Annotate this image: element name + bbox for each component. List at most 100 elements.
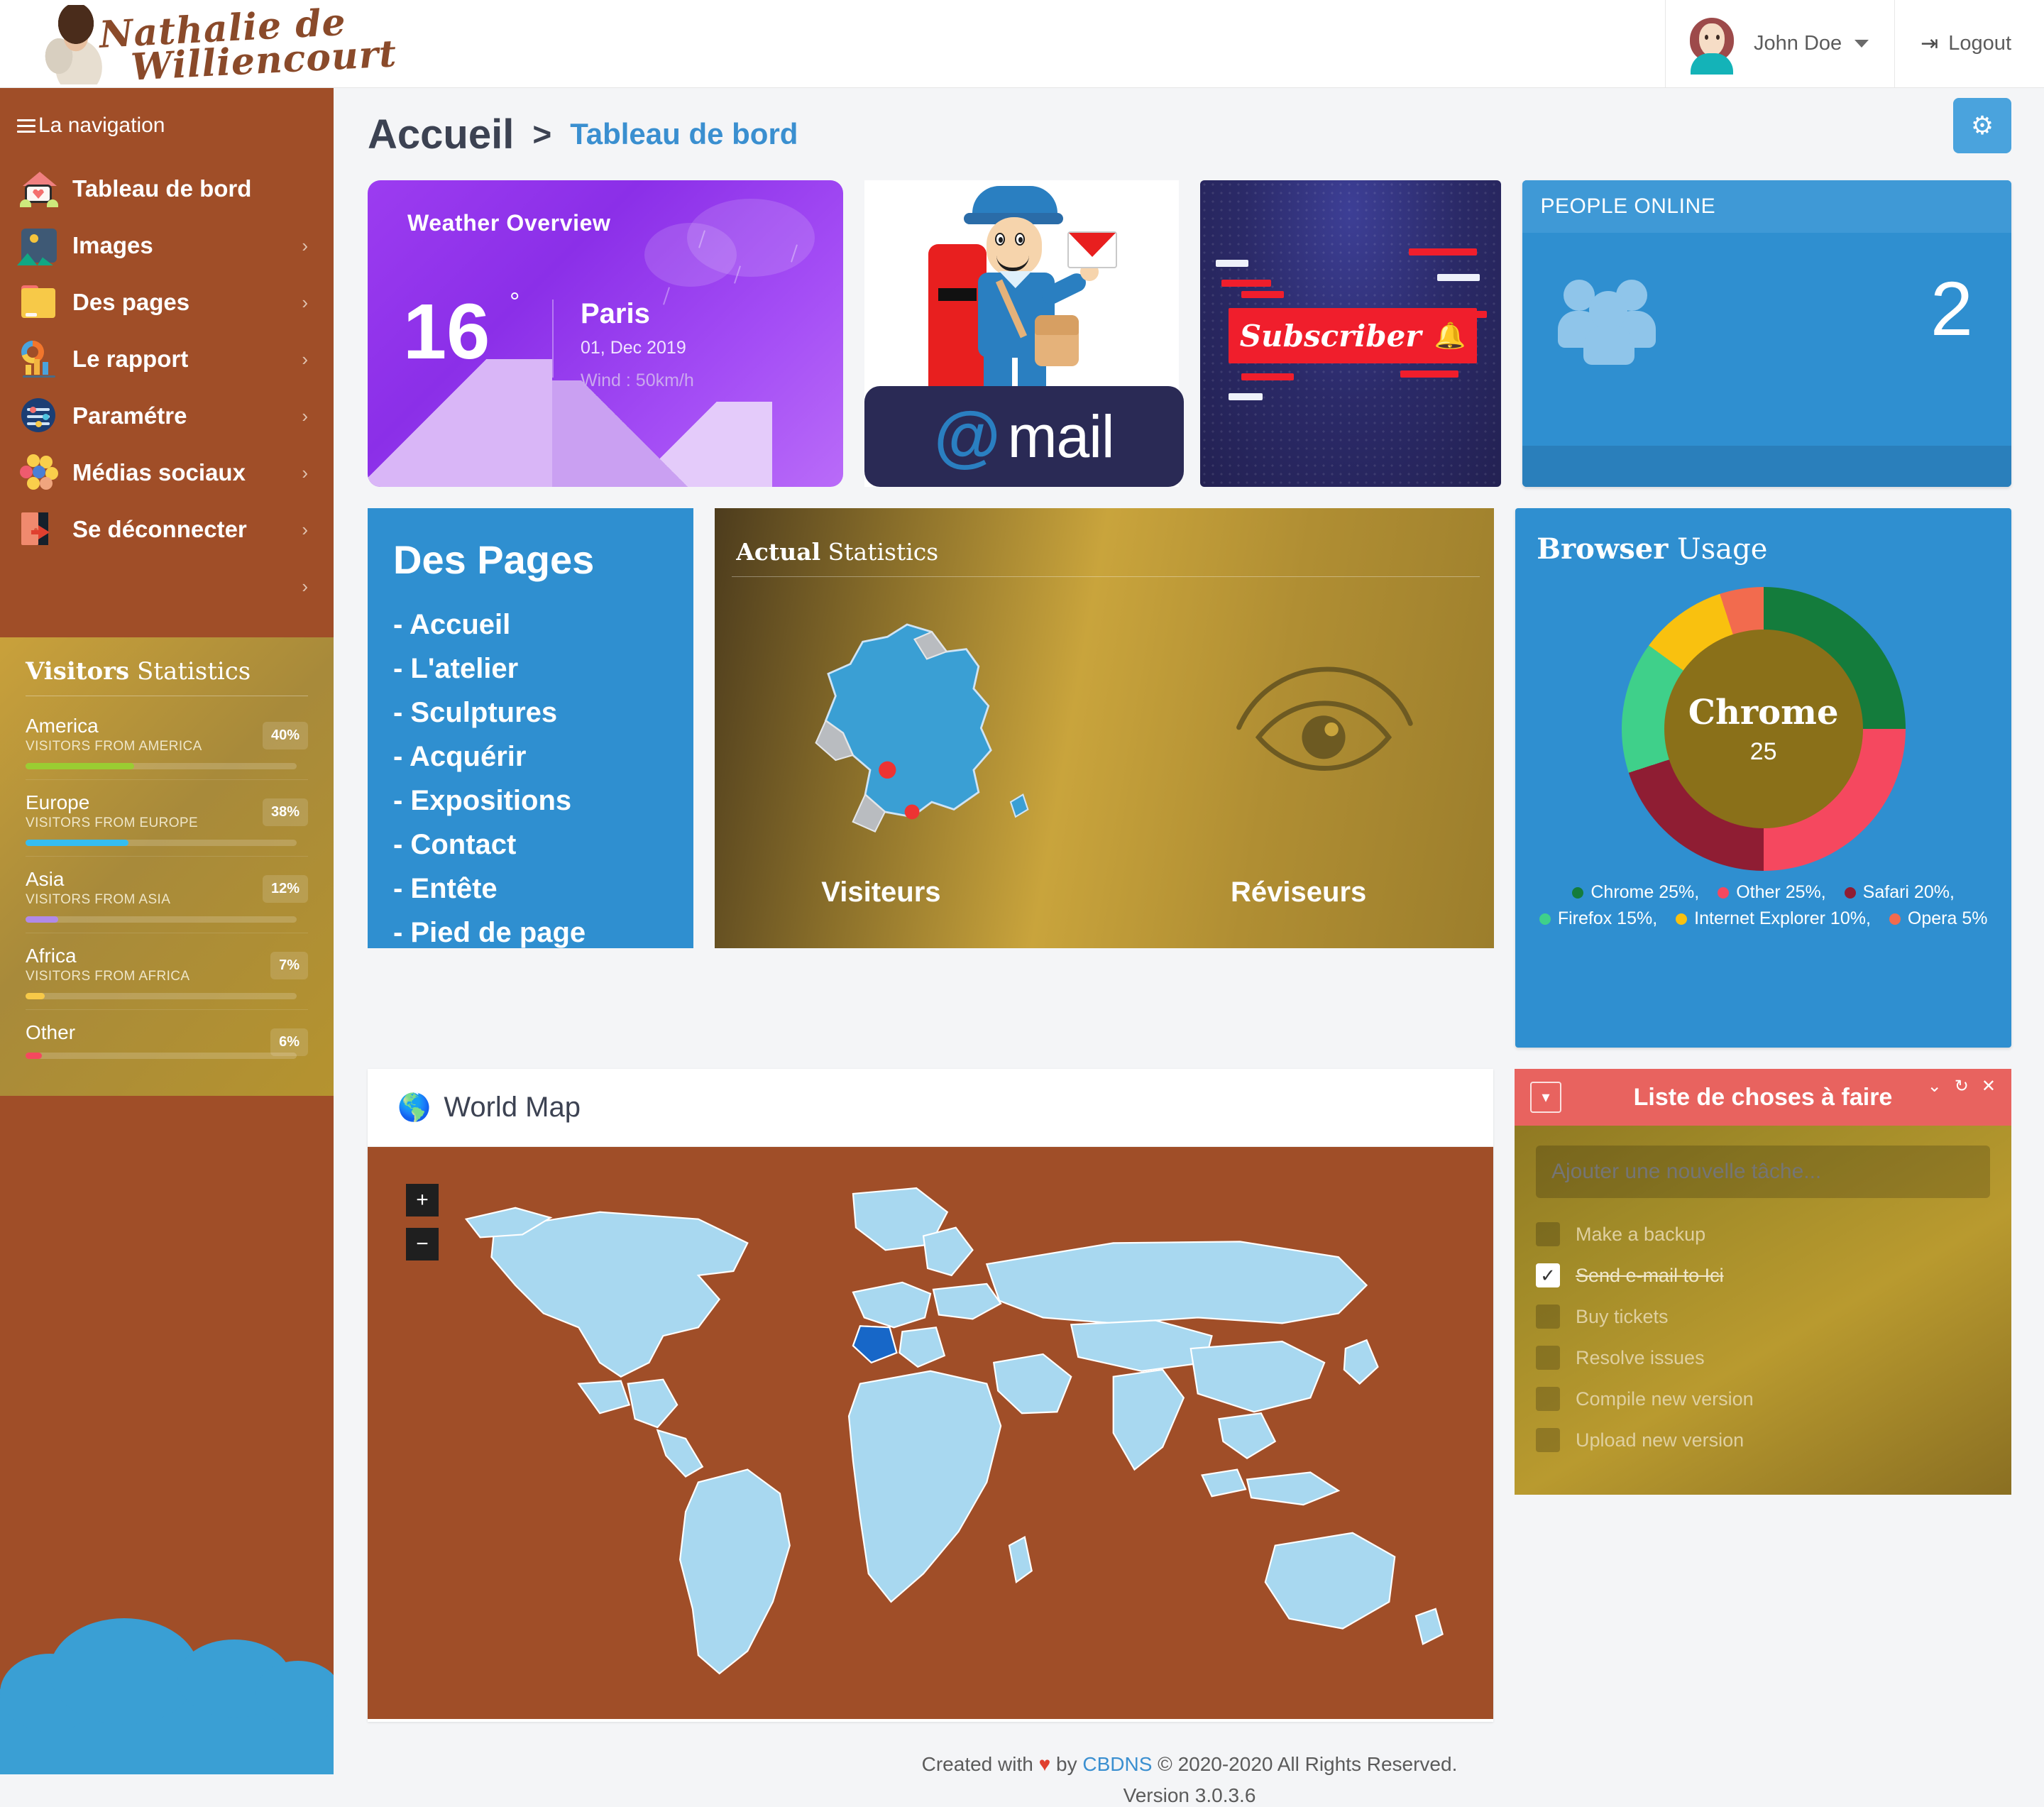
legend-color-dot (1844, 886, 1856, 899)
todo-checkbox[interactable]: ✓ (1536, 1387, 1560, 1411)
cloud-decoration (0, 1611, 334, 1774)
visitor-stat-desc: VISITORS FROM AFRICA (26, 969, 190, 984)
actual-title-bold: Actual (736, 538, 821, 566)
checkbox-square-icon[interactable]: ▾ (1530, 1082, 1561, 1113)
sidebar-item-label: Des pages (72, 289, 190, 315)
todo-checkbox[interactable]: ✓ (1536, 1222, 1560, 1246)
actual-title-light: Statistics (820, 538, 939, 566)
todo-checkbox[interactable]: ✓ (1536, 1428, 1560, 1452)
actual-statistics-card: Actual Statistics Visiteurs Réviseurs (715, 508, 1495, 948)
legend-label: Firefox 15%, (1557, 908, 1658, 928)
todo-item[interactable]: ✓ Resolve issues (1536, 1337, 1990, 1378)
chevron-down-icon[interactable]: ⌄ (1928, 1076, 1942, 1097)
eye-illustration (1236, 666, 1413, 771)
chevron-right-icon: › (302, 461, 308, 483)
sidebar-item-le-rapport[interactable]: Le rapport › (0, 331, 334, 388)
todo-item-label: Send e-mail to Ici (1576, 1264, 1724, 1286)
todo-item[interactable]: ✓ Send e-mail to Ici (1536, 1255, 1990, 1296)
breadcrumb-separator: > (532, 116, 552, 153)
des-pages-item[interactable]: - Pied de page (393, 911, 668, 955)
des-pages-item[interactable]: - Expositions (393, 779, 668, 823)
user-menu[interactable]: John Doe (1665, 0, 1896, 87)
world-map-canvas[interactable]: + − (368, 1147, 1493, 1719)
donut-center-label: Chrome 25 (1664, 630, 1863, 828)
add-task-input[interactable] (1536, 1146, 1990, 1198)
visitor-stat-row: America VISITORS FROM AMERICA 40% (26, 703, 308, 780)
todo-checkbox[interactable]: ✓ (1536, 1263, 1560, 1287)
right-column: ▾ Liste de choses à faire ⌄ ↻ ✕ ✓ Make a… (1515, 1069, 2011, 1722)
todo-checkbox[interactable]: ✓ (1536, 1346, 1560, 1370)
chevron-right-icon: › (302, 234, 308, 256)
sidebar: La navigation Tableau de bord Images › D… (0, 88, 334, 1774)
todo-list: ✓ Make a backup ✓ Send e-mail to Ici ✓ B… (1536, 1214, 1990, 1461)
chevron-right-icon: › (302, 518, 308, 540)
people-online-footer[interactable] (1522, 446, 2011, 487)
sidebar-item-images[interactable]: Images › (0, 217, 334, 274)
visitors-statistics-title: Visitors Statistics (26, 657, 308, 686)
sidebar-item-label: Paramétre (72, 402, 187, 429)
des-pages-item[interactable]: - L'atelier (393, 647, 668, 691)
todo-checkbox[interactable]: ✓ (1536, 1305, 1560, 1329)
legend-color-dot (1676, 913, 1688, 925)
sidebar-item-tableau-de-bord[interactable]: Tableau de bord (0, 160, 334, 217)
chevron-right-icon: › (302, 291, 308, 313)
dashboard-row-3: 🌎 World Map + − ▾ Liste de choses à fair… (368, 1069, 2011, 1722)
todo-item[interactable]: ✓ Compile new version (1536, 1378, 1990, 1419)
sidebar-item-parametre[interactable]: Paramétre › (0, 388, 334, 444)
visitor-stat-badge: 6% (270, 1028, 308, 1056)
des-pages-title: Des Pages (393, 537, 595, 582)
brand-logo[interactable]: Nathalie de Williencourt (39, 1, 398, 89)
world-map-title: World Map (444, 1092, 581, 1123)
visitor-stat-name: Africa (26, 945, 77, 967)
home-heart-icon (17, 169, 61, 209)
weather-city: Paris (581, 298, 650, 329)
logout-button[interactable]: ⇥ Logout (1895, 0, 2044, 87)
subscriber-banner[interactable]: Subscriber 🔔 (1229, 308, 1477, 363)
des-pages-item[interactable]: - Contact (393, 823, 668, 867)
todo-item-label: Make a backup (1576, 1223, 1706, 1245)
legend-item: Opera 5% (1889, 908, 1987, 929)
visitor-stat-badge: 7% (270, 952, 308, 979)
todo-item[interactable]: ✓ Make a backup (1536, 1214, 1990, 1255)
sidebar-item-medias-sociaux[interactable]: Médias sociaux › (0, 444, 334, 501)
gear-icon: ⚙ (1970, 111, 1994, 140)
sidebar-item-des-pages[interactable]: Des pages › (0, 274, 334, 331)
sidebar-item-extra[interactable]: › (0, 558, 334, 615)
divider (552, 300, 554, 378)
todo-item-label: Buy tickets (1576, 1305, 1669, 1327)
des-pages-item[interactable]: - Entête (393, 867, 668, 911)
todo-item[interactable]: ✓ Buy tickets (1536, 1296, 1990, 1337)
footer-copyright: © 2020-2020 All Rights Reserved. (1158, 1753, 1458, 1775)
picture-icon (17, 226, 61, 265)
visitor-stat-row: Asia VISITORS FROM ASIA 12% (26, 857, 308, 933)
legend-color-dot (1889, 913, 1901, 925)
legend-label: Safari 20%, (1862, 882, 1955, 902)
breadcrumb-sub[interactable]: Tableau de bord (570, 117, 798, 151)
legend-item: Safari 20%, (1844, 882, 1955, 903)
todo-item[interactable]: ✓ Upload new version (1536, 1419, 1990, 1461)
browser-title-light: Usage (1668, 533, 1768, 566)
des-pages-item[interactable]: - Accueil (393, 603, 668, 647)
todo-item-label: Compile new version (1576, 1388, 1754, 1410)
dashboard-grid: Weather Overview 16 ° Paris 01, Dec 2019… (334, 180, 2044, 1807)
legend-color-dot (1572, 886, 1584, 899)
hamburger-icon[interactable] (17, 116, 35, 136)
sidebar-item-label: Se déconnecter (72, 516, 247, 542)
nav-title-label: La navigation (38, 114, 165, 137)
sidebar-item-label: Images (72, 232, 153, 258)
weather-card: Weather Overview 16 ° Paris 01, Dec 2019… (368, 180, 843, 487)
des-pages-item[interactable]: - Sculptures (393, 691, 668, 735)
top-bar: Nathalie de Williencourt John Doe ⇥ Logo… (0, 0, 2044, 89)
breadcrumb-main[interactable]: Accueil (368, 111, 514, 158)
des-pages-card: Des Pages - Accueil - L'atelier - Sculpt… (368, 508, 694, 948)
close-icon[interactable]: ✕ (1982, 1076, 1996, 1097)
settings-gear-button[interactable]: ⚙ (1953, 98, 2011, 153)
footer-company-link[interactable]: CBDNS (1082, 1753, 1152, 1775)
refresh-icon[interactable]: ↻ (1955, 1076, 1969, 1097)
logout-icon: ⇥ (1921, 32, 1939, 55)
weather-degree-symbol: ° (510, 287, 520, 316)
visitor-stat-row: Europe VISITORS FROM EUROPE 38% (26, 780, 308, 857)
sidebar-item-se-deconnecter[interactable]: Se déconnecter › (0, 501, 334, 558)
des-pages-item[interactable]: - Acquérir (393, 735, 668, 779)
footer-prefix: Created with (921, 1753, 1033, 1775)
